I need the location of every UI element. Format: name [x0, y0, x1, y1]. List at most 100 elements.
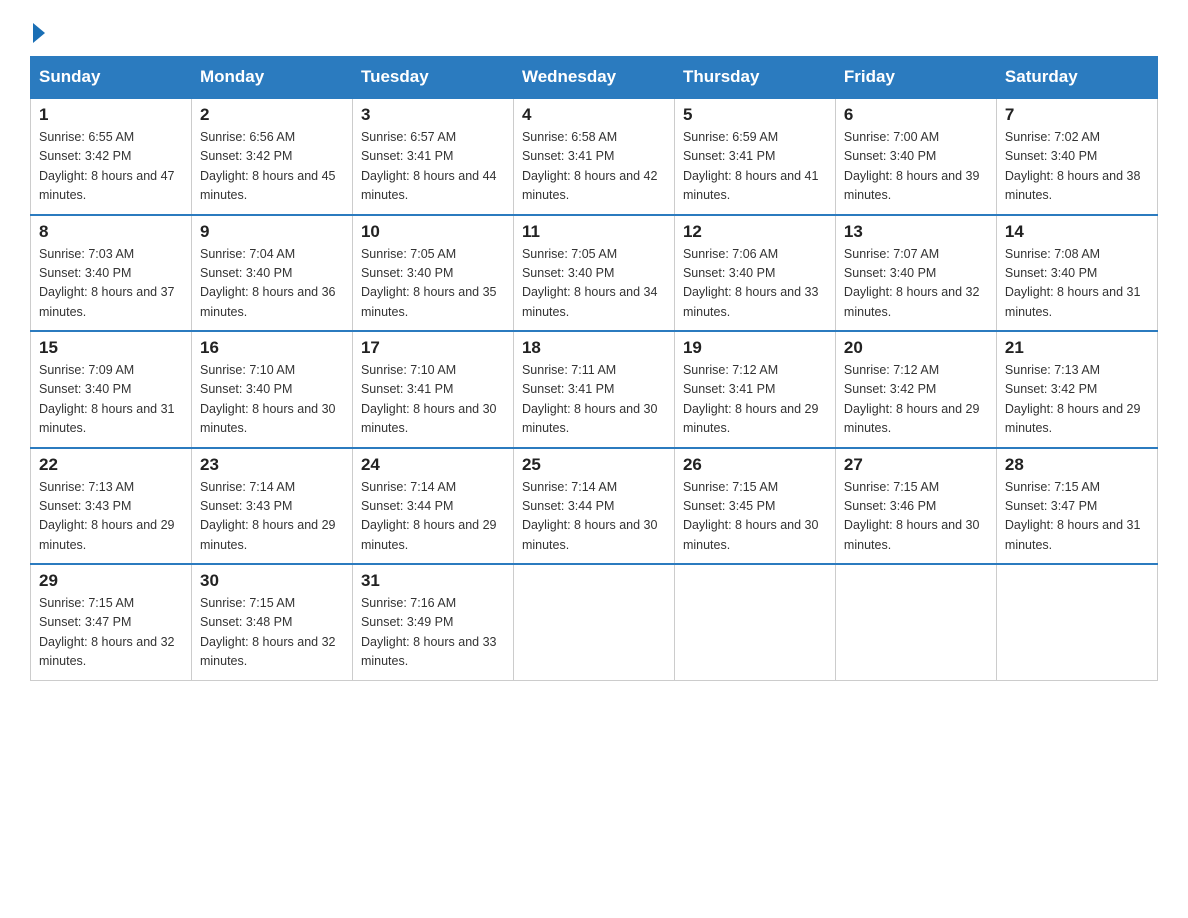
weekday-header-wednesday: Wednesday [513, 57, 674, 99]
calendar-cell [996, 564, 1157, 680]
day-number: 31 [361, 571, 505, 591]
weekday-header-monday: Monday [191, 57, 352, 99]
calendar-cell: 29 Sunrise: 7:15 AMSunset: 3:47 PMDayligh… [31, 564, 192, 680]
page-header [30, 20, 1158, 38]
calendar-cell: 17 Sunrise: 7:10 AMSunset: 3:41 PMDayligh… [352, 331, 513, 448]
day-number: 14 [1005, 222, 1149, 242]
day-info: Sunrise: 6:57 AMSunset: 3:41 PMDaylight:… [361, 128, 505, 206]
calendar-cell: 4 Sunrise: 6:58 AMSunset: 3:41 PMDaylight… [513, 98, 674, 215]
day-number: 18 [522, 338, 666, 358]
day-number: 7 [1005, 105, 1149, 125]
logo [30, 20, 45, 38]
day-number: 9 [200, 222, 344, 242]
calendar-cell: 14 Sunrise: 7:08 AMSunset: 3:40 PMDayligh… [996, 215, 1157, 332]
calendar-cell [674, 564, 835, 680]
calendar-cell: 26 Sunrise: 7:15 AMSunset: 3:45 PMDayligh… [674, 448, 835, 565]
day-info: Sunrise: 7:10 AMSunset: 3:41 PMDaylight:… [361, 361, 505, 439]
day-number: 6 [844, 105, 988, 125]
calendar-cell: 18 Sunrise: 7:11 AMSunset: 3:41 PMDayligh… [513, 331, 674, 448]
day-number: 15 [39, 338, 183, 358]
calendar-cell: 15 Sunrise: 7:09 AMSunset: 3:40 PMDayligh… [31, 331, 192, 448]
week-row-3: 15 Sunrise: 7:09 AMSunset: 3:40 PMDayligh… [31, 331, 1158, 448]
calendar-cell [513, 564, 674, 680]
day-info: Sunrise: 7:14 AMSunset: 3:43 PMDaylight:… [200, 478, 344, 556]
day-info: Sunrise: 7:10 AMSunset: 3:40 PMDaylight:… [200, 361, 344, 439]
day-number: 20 [844, 338, 988, 358]
day-info: Sunrise: 7:13 AMSunset: 3:42 PMDaylight:… [1005, 361, 1149, 439]
day-info: Sunrise: 7:15 AMSunset: 3:46 PMDaylight:… [844, 478, 988, 556]
day-number: 17 [361, 338, 505, 358]
calendar-cell: 27 Sunrise: 7:15 AMSunset: 3:46 PMDayligh… [835, 448, 996, 565]
day-number: 28 [1005, 455, 1149, 475]
day-info: Sunrise: 6:55 AMSunset: 3:42 PMDaylight:… [39, 128, 183, 206]
day-info: Sunrise: 7:16 AMSunset: 3:49 PMDaylight:… [361, 594, 505, 672]
day-number: 26 [683, 455, 827, 475]
week-row-2: 8 Sunrise: 7:03 AMSunset: 3:40 PMDaylight… [31, 215, 1158, 332]
day-info: Sunrise: 7:11 AMSunset: 3:41 PMDaylight:… [522, 361, 666, 439]
day-info: Sunrise: 7:15 AMSunset: 3:48 PMDaylight:… [200, 594, 344, 672]
day-info: Sunrise: 7:15 AMSunset: 3:45 PMDaylight:… [683, 478, 827, 556]
calendar-cell: 10Sunrise: 7:05 AMSunset: 3:40 PMDayligh… [352, 215, 513, 332]
day-info: Sunrise: 7:03 AMSunset: 3:40 PMDaylight:… [39, 245, 183, 323]
day-info: Sunrise: 7:02 AMSunset: 3:40 PMDaylight:… [1005, 128, 1149, 206]
week-row-4: 22 Sunrise: 7:13 AMSunset: 3:43 PMDayligh… [31, 448, 1158, 565]
day-info: Sunrise: 6:58 AMSunset: 3:41 PMDaylight:… [522, 128, 666, 206]
weekday-header-sunday: Sunday [31, 57, 192, 99]
week-row-1: 1 Sunrise: 6:55 AMSunset: 3:42 PMDaylight… [31, 98, 1158, 215]
day-number: 22 [39, 455, 183, 475]
day-number: 10 [361, 222, 505, 242]
day-number: 19 [683, 338, 827, 358]
calendar-cell: 8 Sunrise: 7:03 AMSunset: 3:40 PMDaylight… [31, 215, 192, 332]
day-number: 1 [39, 105, 183, 125]
weekday-header-row: SundayMondayTuesdayWednesdayThursdayFrid… [31, 57, 1158, 99]
calendar-cell [835, 564, 996, 680]
day-info: Sunrise: 7:00 AMSunset: 3:40 PMDaylight:… [844, 128, 988, 206]
day-info: Sunrise: 7:15 AMSunset: 3:47 PMDaylight:… [39, 594, 183, 672]
week-row-5: 29 Sunrise: 7:15 AMSunset: 3:47 PMDayligh… [31, 564, 1158, 680]
day-number: 4 [522, 105, 666, 125]
day-info: Sunrise: 7:14 AMSunset: 3:44 PMDaylight:… [522, 478, 666, 556]
day-info: Sunrise: 7:09 AMSunset: 3:40 PMDaylight:… [39, 361, 183, 439]
calendar-cell: 5 Sunrise: 6:59 AMSunset: 3:41 PMDaylight… [674, 98, 835, 215]
day-number: 25 [522, 455, 666, 475]
day-number: 21 [1005, 338, 1149, 358]
day-info: Sunrise: 7:13 AMSunset: 3:43 PMDaylight:… [39, 478, 183, 556]
calendar-cell: 21 Sunrise: 7:13 AMSunset: 3:42 PMDayligh… [996, 331, 1157, 448]
weekday-header-tuesday: Tuesday [352, 57, 513, 99]
day-number: 12 [683, 222, 827, 242]
day-number: 11 [522, 222, 666, 242]
calendar-cell: 3 Sunrise: 6:57 AMSunset: 3:41 PMDaylight… [352, 98, 513, 215]
day-number: 3 [361, 105, 505, 125]
day-number: 13 [844, 222, 988, 242]
day-info: Sunrise: 7:06 AMSunset: 3:40 PMDaylight:… [683, 245, 827, 323]
calendar-cell: 25 Sunrise: 7:14 AMSunset: 3:44 PMDayligh… [513, 448, 674, 565]
day-number: 8 [39, 222, 183, 242]
calendar-cell: 1 Sunrise: 6:55 AMSunset: 3:42 PMDaylight… [31, 98, 192, 215]
calendar-cell: 2Sunrise: 6:56 AMSunset: 3:42 PMDaylight… [191, 98, 352, 215]
day-number: 30 [200, 571, 344, 591]
calendar-cell: 22 Sunrise: 7:13 AMSunset: 3:43 PMDayligh… [31, 448, 192, 565]
day-info: Sunrise: 6:59 AMSunset: 3:41 PMDaylight:… [683, 128, 827, 206]
day-number: 27 [844, 455, 988, 475]
weekday-header-thursday: Thursday [674, 57, 835, 99]
day-info: Sunrise: 7:04 AMSunset: 3:40 PMDaylight:… [200, 245, 344, 323]
day-number: 5 [683, 105, 827, 125]
day-info: Sunrise: 7:14 AMSunset: 3:44 PMDaylight:… [361, 478, 505, 556]
calendar-cell: 19 Sunrise: 7:12 AMSunset: 3:41 PMDayligh… [674, 331, 835, 448]
day-number: 29 [39, 571, 183, 591]
calendar-cell: 20Sunrise: 7:12 AMSunset: 3:42 PMDayligh… [835, 331, 996, 448]
weekday-header-friday: Friday [835, 57, 996, 99]
day-info: Sunrise: 7:12 AMSunset: 3:41 PMDaylight:… [683, 361, 827, 439]
weekday-header-saturday: Saturday [996, 57, 1157, 99]
calendar-body: 1 Sunrise: 6:55 AMSunset: 3:42 PMDaylight… [31, 98, 1158, 680]
day-info: Sunrise: 7:07 AMSunset: 3:40 PMDaylight:… [844, 245, 988, 323]
calendar-cell: 24Sunrise: 7:14 AMSunset: 3:44 PMDayligh… [352, 448, 513, 565]
day-info: Sunrise: 7:08 AMSunset: 3:40 PMDaylight:… [1005, 245, 1149, 323]
day-number: 16 [200, 338, 344, 358]
calendar-cell: 23 Sunrise: 7:14 AMSunset: 3:43 PMDayligh… [191, 448, 352, 565]
day-info: Sunrise: 6:56 AMSunset: 3:42 PMDaylight:… [200, 128, 344, 206]
calendar-cell: 11Sunrise: 7:05 AMSunset: 3:40 PMDayligh… [513, 215, 674, 332]
day-number: 23 [200, 455, 344, 475]
calendar-header: SundayMondayTuesdayWednesdayThursdayFrid… [31, 57, 1158, 99]
calendar-cell: 31 Sunrise: 7:16 AMSunset: 3:49 PMDayligh… [352, 564, 513, 680]
